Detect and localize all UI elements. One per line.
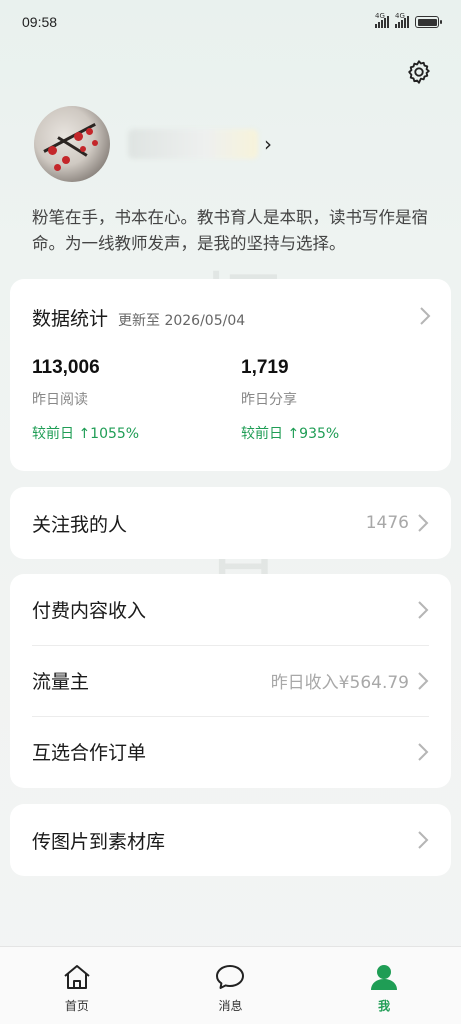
traffic-owner-label: 流量主 xyxy=(32,671,90,693)
user-icon xyxy=(371,965,398,990)
traffic-owner-income: 昨日收入¥564.79 xyxy=(270,673,409,693)
chevron-right-icon xyxy=(418,742,429,761)
profile-header[interactable]: › xyxy=(34,104,434,184)
upload-card[interactable]: 传图片到素材库 xyxy=(10,804,451,876)
network-type-label: 4G xyxy=(375,12,385,20)
tab-home-label: 首页 xyxy=(64,999,89,1013)
signal-icon: 4G xyxy=(395,12,409,28)
stat-shares: 1,719 昨日分享 较前日 ↑935% xyxy=(241,357,339,443)
upload-row[interactable]: 传图片到素材库 xyxy=(10,804,451,876)
network-type-label: 4G xyxy=(395,12,405,20)
chevron-right-icon: › xyxy=(264,132,272,156)
stats-updated-date: 更新至 2026/05/04 xyxy=(118,313,246,329)
battery-icon xyxy=(415,16,442,28)
upload-label: 传图片到素材库 xyxy=(32,830,166,853)
tab-me-label: 我 xyxy=(378,999,391,1013)
mutual-orders-label: 互选合作订单 xyxy=(32,742,147,764)
chevron-right-icon xyxy=(418,831,429,849)
tab-home[interactable]: 首页 xyxy=(27,947,127,1014)
paid-content-label: 付费内容收入 xyxy=(32,600,147,622)
paid-content-row[interactable]: 付费内容收入 xyxy=(10,574,451,645)
chevron-right-icon xyxy=(418,600,429,619)
profile-name-row[interactable]: › xyxy=(128,129,272,159)
chevron-right-icon xyxy=(420,307,431,325)
mutual-orders-row[interactable]: 互选合作订单 xyxy=(10,716,451,787)
stat-reads-value: 113,006 xyxy=(32,357,100,378)
stat-reads-delta: 较前日 ↑1055% xyxy=(32,426,140,442)
stat-shares-label: 昨日分享 xyxy=(241,392,297,408)
chevron-right-icon xyxy=(418,514,429,532)
traffic-owner-row[interactable]: 流量主 昨日收入¥564.79 xyxy=(10,645,451,716)
status-icons: 4G 4G xyxy=(375,12,442,28)
chevron-right-icon xyxy=(418,671,429,690)
tab-messages[interactable]: 消息 xyxy=(180,947,280,1014)
signal-icon: 4G xyxy=(375,12,389,28)
chat-bubble-icon xyxy=(216,965,245,989)
avatar[interactable] xyxy=(34,106,110,182)
income-menu-card: 付费内容收入 流量主 昨日收入¥564.79 互选合作订单 xyxy=(10,574,451,788)
bottom-tab-bar: 首页 消息 我 xyxy=(0,946,461,1024)
gear-icon xyxy=(408,60,430,84)
stats-title: 数据统计 xyxy=(32,308,109,330)
followers-count: 1476 xyxy=(365,513,409,533)
tab-messages-label: 消息 xyxy=(218,999,243,1013)
status-bar: 09:58 4G 4G xyxy=(0,0,461,44)
followers-card[interactable]: 关注我的人 1476 xyxy=(10,487,451,559)
profile-name-redacted xyxy=(128,129,258,159)
followers-label: 关注我的人 xyxy=(32,513,128,536)
status-time: 09:58 xyxy=(22,14,58,30)
stat-reads-label: 昨日阅读 xyxy=(32,392,88,408)
home-icon xyxy=(64,965,90,989)
settings-button[interactable] xyxy=(402,55,436,89)
tab-me[interactable]: 我 xyxy=(334,947,434,1014)
stat-shares-delta: 较前日 ↑935% xyxy=(241,426,340,442)
profile-bio: 粉笔在手，书本在心。教书育人是本职，读书写作是宿命。为一线教师发声，是我的坚持与… xyxy=(32,208,428,253)
stat-shares-value: 1,719 xyxy=(241,357,289,378)
stats-card[interactable]: 数据统计 更新至 2026/05/04 113,006 昨日阅读 较前日 ↑10… xyxy=(10,279,451,471)
followers-row[interactable]: 关注我的人 1476 xyxy=(10,487,451,559)
stat-reads: 113,006 昨日阅读 较前日 ↑1055% xyxy=(32,357,139,443)
stats-header[interactable]: 数据统计 更新至 2026/05/04 xyxy=(32,304,431,331)
